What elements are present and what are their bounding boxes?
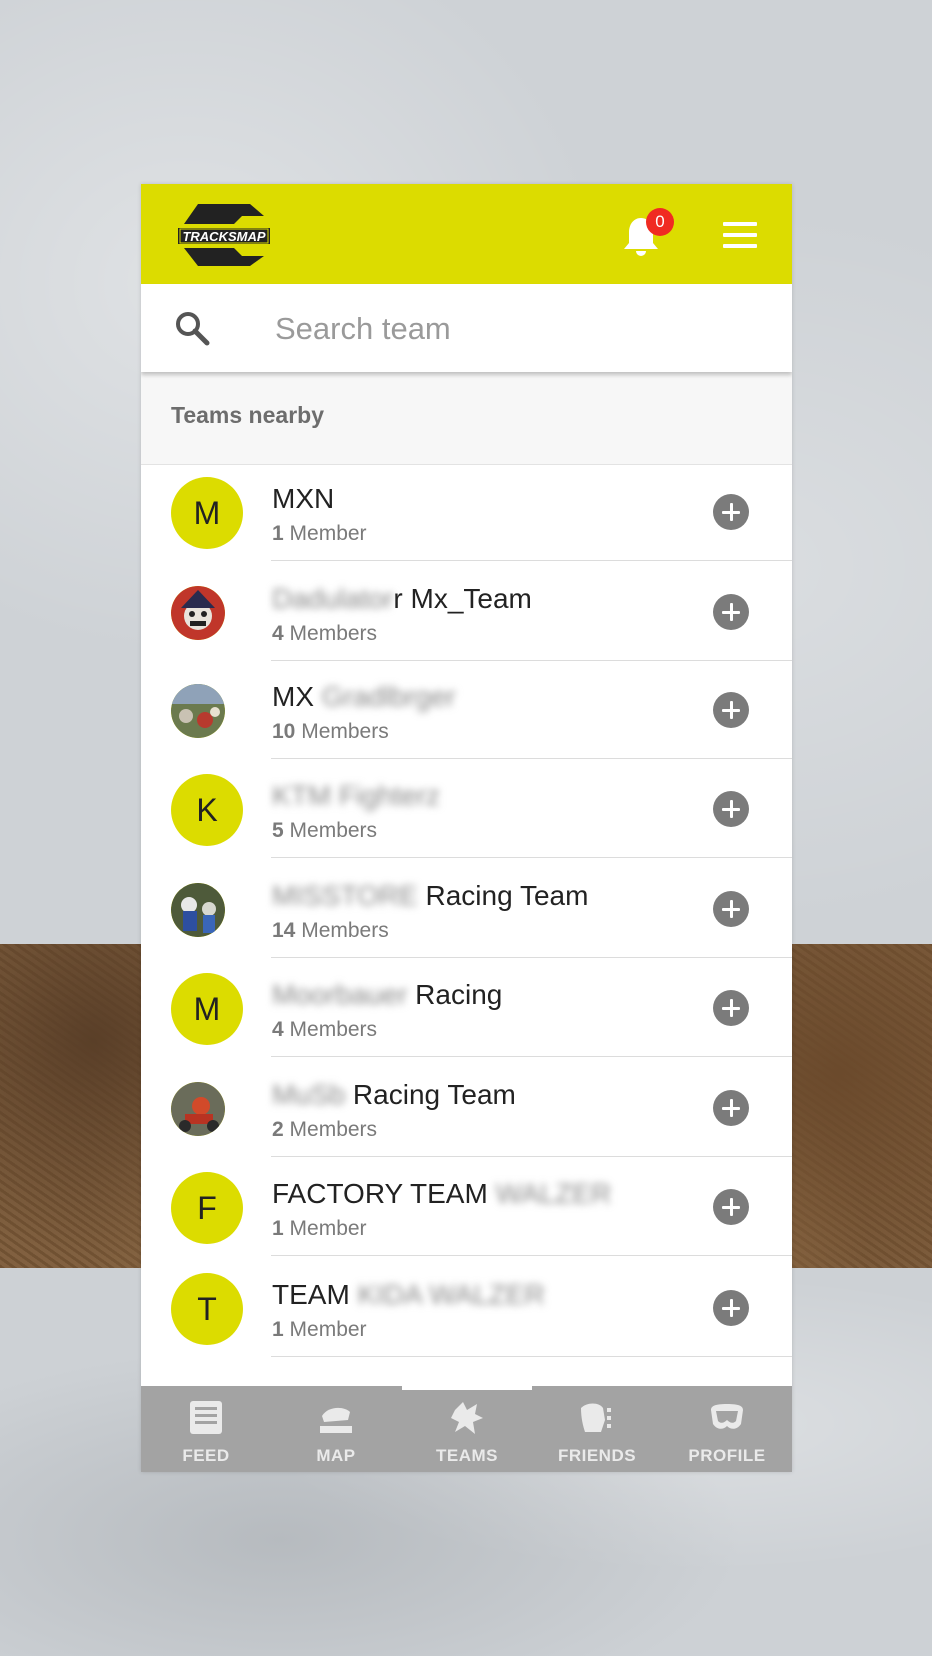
team-name: Dadulatorr Mx_Team	[272, 583, 532, 614]
nav-feed[interactable]: FEED	[141, 1386, 271, 1472]
nav-map[interactable]: MAP	[271, 1386, 401, 1472]
add-team-button[interactable]	[713, 594, 749, 630]
add-team-button[interactable]	[713, 1290, 749, 1326]
nav-teams[interactable]: TEAMS	[402, 1386, 532, 1472]
team-row[interactable]: M Moorbauer Racing 4 Members	[141, 957, 792, 1057]
team-row[interactable]: K KTM Fighterz 5 Members	[141, 758, 792, 858]
map-icon	[320, 1407, 352, 1433]
team-name: MuSb Racing Team	[272, 1079, 516, 1110]
team-row[interactable]: Dadulatorr Mx_Team 4 Members	[141, 561, 792, 661]
search-bar	[141, 284, 792, 372]
row-divider	[271, 1356, 792, 1357]
section-title: Teams nearby	[171, 402, 324, 428]
row-divider	[271, 1255, 792, 1256]
section-header: Teams nearby	[141, 372, 792, 465]
add-team-button[interactable]	[713, 891, 749, 927]
team-name: MISSTORE Racing Team	[272, 880, 589, 911]
add-team-button[interactable]	[713, 1090, 749, 1126]
friends-icon	[581, 1403, 611, 1432]
team-row[interactable]: MISSTORE Racing Team 14 Members	[141, 858, 792, 958]
app-window: TRACKSMAP 0 Teams nearby M MXN 1 Membe	[141, 184, 792, 1472]
team-avatar	[171, 684, 225, 738]
team-row[interactable]: MX Gradlbrger 10 Members	[141, 659, 792, 759]
team-member-count: 1 Member	[272, 1318, 367, 1341]
nav-label: FRIENDS	[557, 1446, 637, 1465]
team-member-count: 4 Members	[272, 622, 378, 645]
team-avatar: T	[171, 1273, 243, 1345]
team-avatar	[171, 1082, 225, 1136]
add-team-button[interactable]	[713, 1189, 749, 1225]
team-name: FACTORY TEAM WALZER	[272, 1178, 612, 1209]
team-member-count: 4 Members	[272, 1018, 378, 1041]
team-avatar: F	[171, 1172, 243, 1244]
add-team-button[interactable]	[713, 494, 749, 530]
team-avatar	[171, 586, 225, 640]
team-name: Moorbauer Racing	[272, 979, 503, 1010]
feed-icon	[190, 1401, 222, 1434]
team-member-count: 5 Members	[272, 819, 378, 842]
team-row[interactable]: M MXN 1 Member	[141, 461, 792, 561]
svg-text:TRACKSMAP: TRACKSMAP	[182, 229, 265, 244]
team-name: MX Gradlbrger	[272, 681, 456, 712]
team-row[interactable]: MuSb Racing Team 2 Members	[141, 1057, 792, 1157]
nav-label: FEED	[182, 1446, 230, 1465]
search-icon	[176, 312, 210, 346]
team-member-count: 2 Members	[272, 1118, 378, 1141]
team-avatar: K	[171, 774, 243, 846]
nav-label: PROFILE	[688, 1446, 766, 1465]
team-avatar	[171, 883, 225, 937]
add-team-button[interactable]	[713, 692, 749, 728]
tracksmap-logo[interactable]: TRACKSMAP	[172, 202, 276, 268]
nav-label: MAP	[316, 1446, 356, 1465]
search-input[interactable]	[273, 304, 757, 354]
team-row[interactable]: F FACTORY TEAM WALZER 1 Member	[141, 1156, 792, 1256]
team-row[interactable]: T TEAM KIDA WALZER 1 Member	[141, 1257, 792, 1357]
notification-badge: 0	[646, 208, 674, 236]
team-avatar: M	[171, 973, 243, 1045]
team-name: MXN	[272, 483, 335, 514]
nav-profile[interactable]: PROFILE	[662, 1386, 792, 1472]
team-name: KTM Fighterz	[272, 780, 441, 811]
top-bar: TRACKSMAP 0	[141, 184, 792, 284]
nav-label: TEAMS	[436, 1446, 498, 1465]
team-member-count: 1 Member	[272, 522, 367, 545]
add-team-button[interactable]	[713, 791, 749, 827]
add-team-button[interactable]	[713, 990, 749, 1026]
teams-icon	[451, 1402, 483, 1434]
hamburger-menu-icon[interactable]	[723, 222, 759, 250]
team-member-count: 10 Members	[272, 720, 389, 743]
nav-friends[interactable]: FRIENDS	[532, 1386, 662, 1472]
profile-icon	[711, 1404, 743, 1429]
team-member-count: 14 Members	[272, 919, 389, 942]
team-avatar: M	[171, 477, 243, 549]
team-name: TEAM KIDA WALZER	[272, 1279, 545, 1310]
team-member-count: 1 Member	[272, 1217, 367, 1240]
bottom-navigation: FEED MAP TEAMS FRIENDS PROFILE	[141, 1386, 792, 1472]
